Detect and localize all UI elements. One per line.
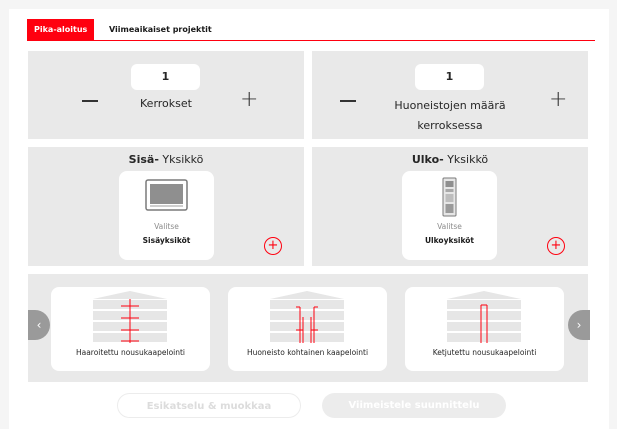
apartments-increase-button[interactable]: +	[549, 89, 567, 111]
wiring-option-chained-label: Ketjutettu nousukaapelointi	[432, 348, 537, 357]
outdoor-unit-title-bold: Ulko-	[411, 153, 444, 166]
floors-decrease-button[interactable]	[82, 100, 98, 102]
apartments-label-line1: Huoneistojen määrä	[394, 99, 506, 112]
floors-increase-button[interactable]: +	[240, 89, 258, 111]
indoor-add-button[interactable]: +	[264, 237, 282, 255]
outdoor-unit-card[interactable]: Valitse Ulkoyksiköt	[402, 171, 497, 260]
wiring-option-branched-label: Haaroitettu nousukaapelointi	[75, 348, 186, 357]
wiring-option-chained[interactable]: Ketjutettu nousukaapelointi	[405, 287, 564, 371]
apartments-decrease-button[interactable]	[340, 100, 356, 102]
apartments-count[interactable]: 1	[415, 64, 484, 90]
indoor-monitor-icon	[145, 179, 188, 211]
outdoor-panel-icon	[442, 177, 457, 217]
indoor-unit-title-rest: Yksikkö	[158, 153, 204, 166]
outdoor-unit-title-rest: Yksikkö	[443, 153, 489, 166]
preview-edit-button[interactable]: Esikatselu & muokkaa	[117, 393, 301, 418]
tab-recent-projects[interactable]: Viimeaikaiset projektit	[102, 19, 219, 40]
wiring-option-per-apartment-label: Huoneisto kohtainen kaapelointi	[246, 348, 369, 357]
indoor-unit-select-label: Valitse	[154, 222, 179, 231]
chained-riser-icon	[447, 291, 521, 343]
finish-design-button[interactable]: Viimeistele suunnittelu	[322, 393, 506, 418]
outdoor-unit-select-label: Valitse	[437, 222, 462, 231]
outdoor-unit-name: Ulkoyksiköt	[424, 236, 475, 245]
per-apartment-cabling-icon	[270, 291, 344, 343]
apartments-label-line2: kerroksessa	[417, 119, 483, 132]
floors-count[interactable]: 1	[131, 64, 200, 90]
indoor-unit-card[interactable]: Valitse Sisäyksiköt	[119, 171, 214, 260]
outdoor-add-button[interactable]: +	[547, 237, 565, 255]
wiring-option-per-apartment[interactable]: Huoneisto kohtainen kaapelointi	[228, 287, 387, 371]
indoor-unit-title-bold: Sisä-	[128, 153, 159, 166]
indoor-unit-name: Sisäyksiköt	[142, 236, 191, 245]
wiring-option-branched[interactable]: Haaroitettu nousukaapelointi	[51, 287, 210, 371]
indoor-unit-title: Sisä- Yksikkö	[66, 153, 266, 166]
outdoor-unit-title: Ulko- Yksikkö	[350, 153, 550, 166]
carousel-next-button[interactable]: ›	[568, 310, 590, 340]
branched-riser-icon	[93, 291, 167, 343]
tab-bar: Pika-aloitus Viimeaikaiset projektit	[27, 19, 595, 41]
floors-label: Kerrokset	[140, 97, 192, 110]
tab-quick-start[interactable]: Pika-aloitus	[27, 19, 95, 40]
